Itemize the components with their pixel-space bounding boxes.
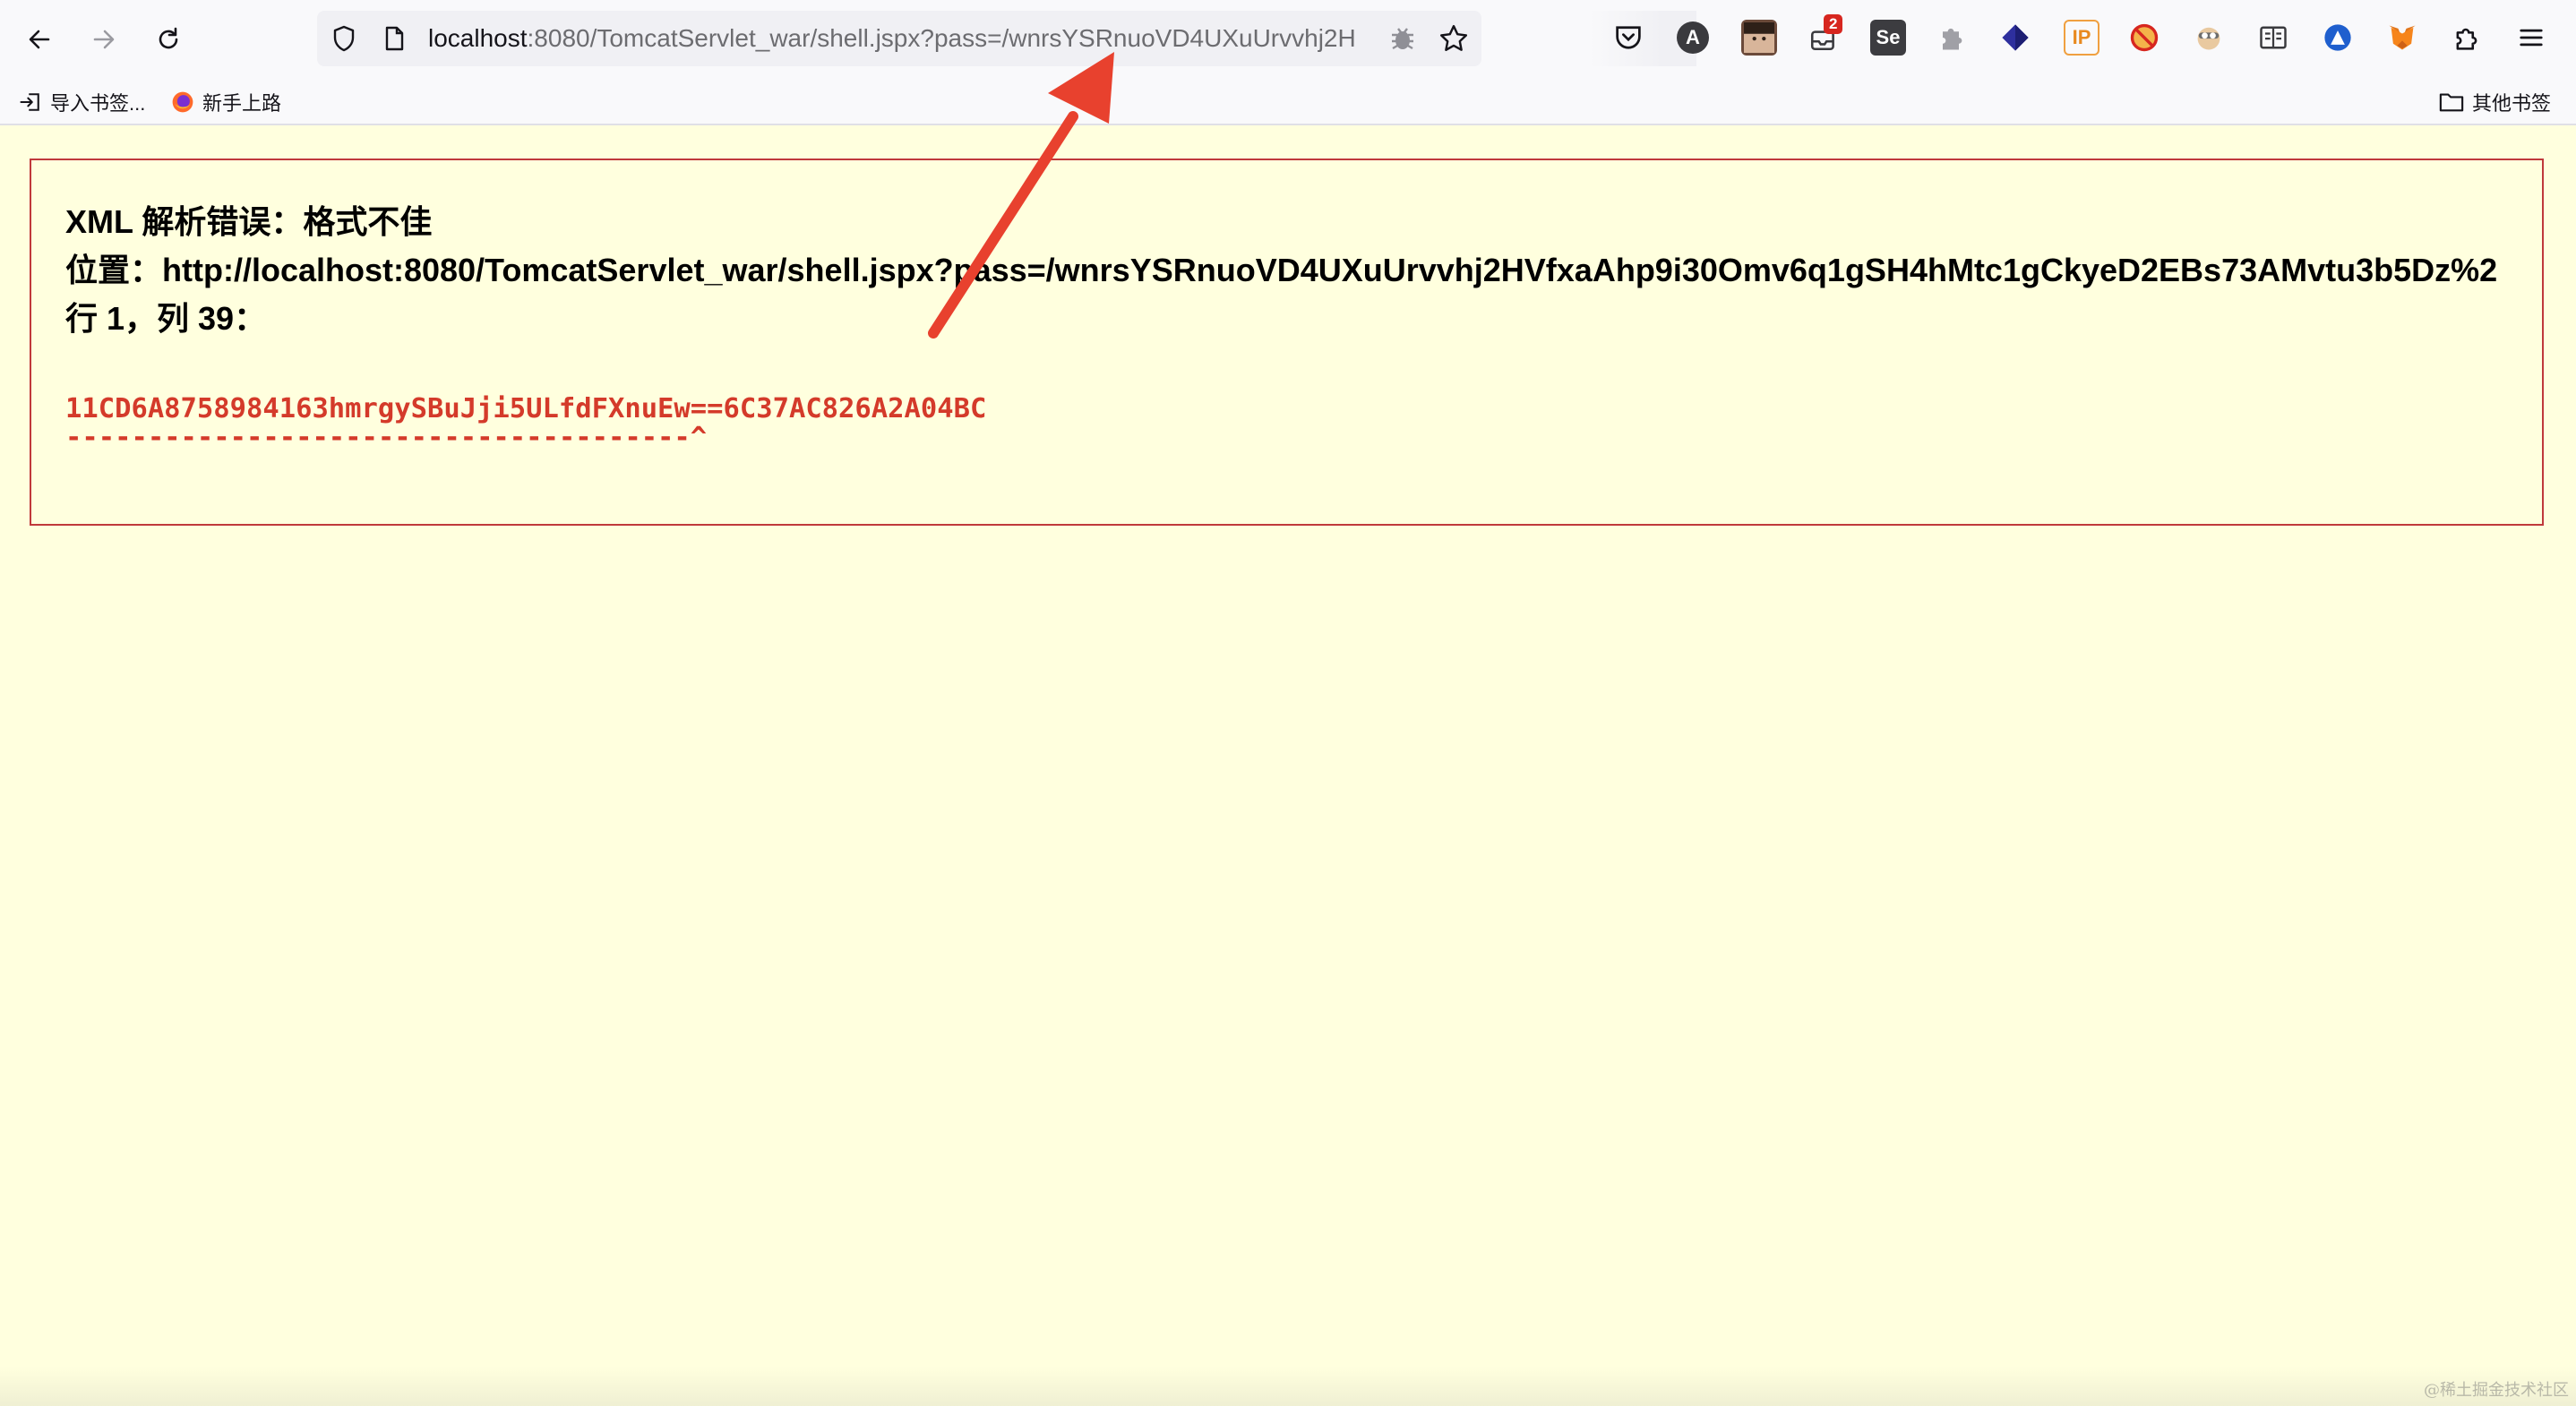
back-button[interactable] [18,18,61,61]
error-position: 行 1，列 39： [65,300,267,337]
extension-a-label: A [1686,26,1700,48]
page-icon[interactable] [380,24,408,57]
menu-icon[interactable] [2515,21,2547,58]
bookmark-import-label: 导入书签... [50,92,146,115]
puzzle-gray-icon[interactable] [1935,21,1967,58]
account-icon[interactable] [2322,21,2354,58]
block-icon[interactable] [2128,21,2160,58]
shield-icon[interactable] [330,24,358,57]
star-icon[interactable] [1438,23,1469,58]
bookmark-getting-started-label: 新手上路 [202,92,282,115]
watermark: @稀土掘金技术社区 [2424,1381,2569,1400]
url-bar[interactable]: localhost:8080/TomcatServlet_war/shell.j… [317,11,1696,66]
bookmark-other[interactable]: 其他书签 [2438,86,2551,118]
reader-view-icon[interactable] [2257,21,2289,58]
reload-button[interactable] [147,18,190,61]
url-path: :8080/TomcatServlet_war/shell.jspx?pass=… [527,24,1356,52]
browser-toolbar: localhost:8080/TomcatServlet_war/shell.j… [0,0,2576,79]
error-caret-line: --------------------------------------^ [65,422,708,453]
bug-icon[interactable] [1388,24,1417,57]
firefox-icon [172,91,193,113]
selenium-label: Se [1876,26,1901,48]
ip-label: IP [2072,26,2091,48]
notification-extension-icon[interactable]: 2 [1806,14,1843,56]
bottom-shadow [0,1367,2576,1406]
bookmarks-toolbar: 导入书签... 新手上路 其他书签 [0,79,2576,125]
arrow-right-icon [93,30,115,49]
xml-error-box: XML 解析错误：格式不佳 位置：http://localhost:8080/T… [30,159,2544,526]
pocket-icon[interactable] [1612,21,1644,58]
folder-icon [2439,93,2464,112]
error-title: XML 解析错误：格式不佳 [65,203,433,240]
face-extension-icon[interactable] [2193,21,2225,58]
reload-icon [159,27,178,49]
selenium-extension-icon[interactable]: Se [1870,20,1906,56]
metamask-fox-icon[interactable] [2386,21,2418,58]
import-icon [20,93,39,111]
avatar-extension-icon[interactable] [1741,20,1777,56]
arrow-left-icon [29,30,50,49]
notification-badge: 2 [1824,14,1843,34]
error-location: 位置：http://localhost:8080/TomcatServlet_w… [65,252,2498,288]
forward-button[interactable] [82,18,125,61]
layers-icon[interactable] [1999,21,2031,58]
extensions-puzzle-icon[interactable] [2451,21,2483,58]
ip-extension-icon[interactable]: IP [2064,20,2099,56]
bookmark-import[interactable]: 导入书签... [18,86,145,118]
url-text[interactable]: localhost:8080/TomcatServlet_war/shell.j… [428,11,1691,66]
url-host: localhost [428,24,528,52]
bookmark-getting-started[interactable]: 新手上路 [170,86,281,118]
bookmark-other-label: 其他书签 [2472,92,2552,115]
extension-a-icon[interactable]: A [1677,21,1709,54]
